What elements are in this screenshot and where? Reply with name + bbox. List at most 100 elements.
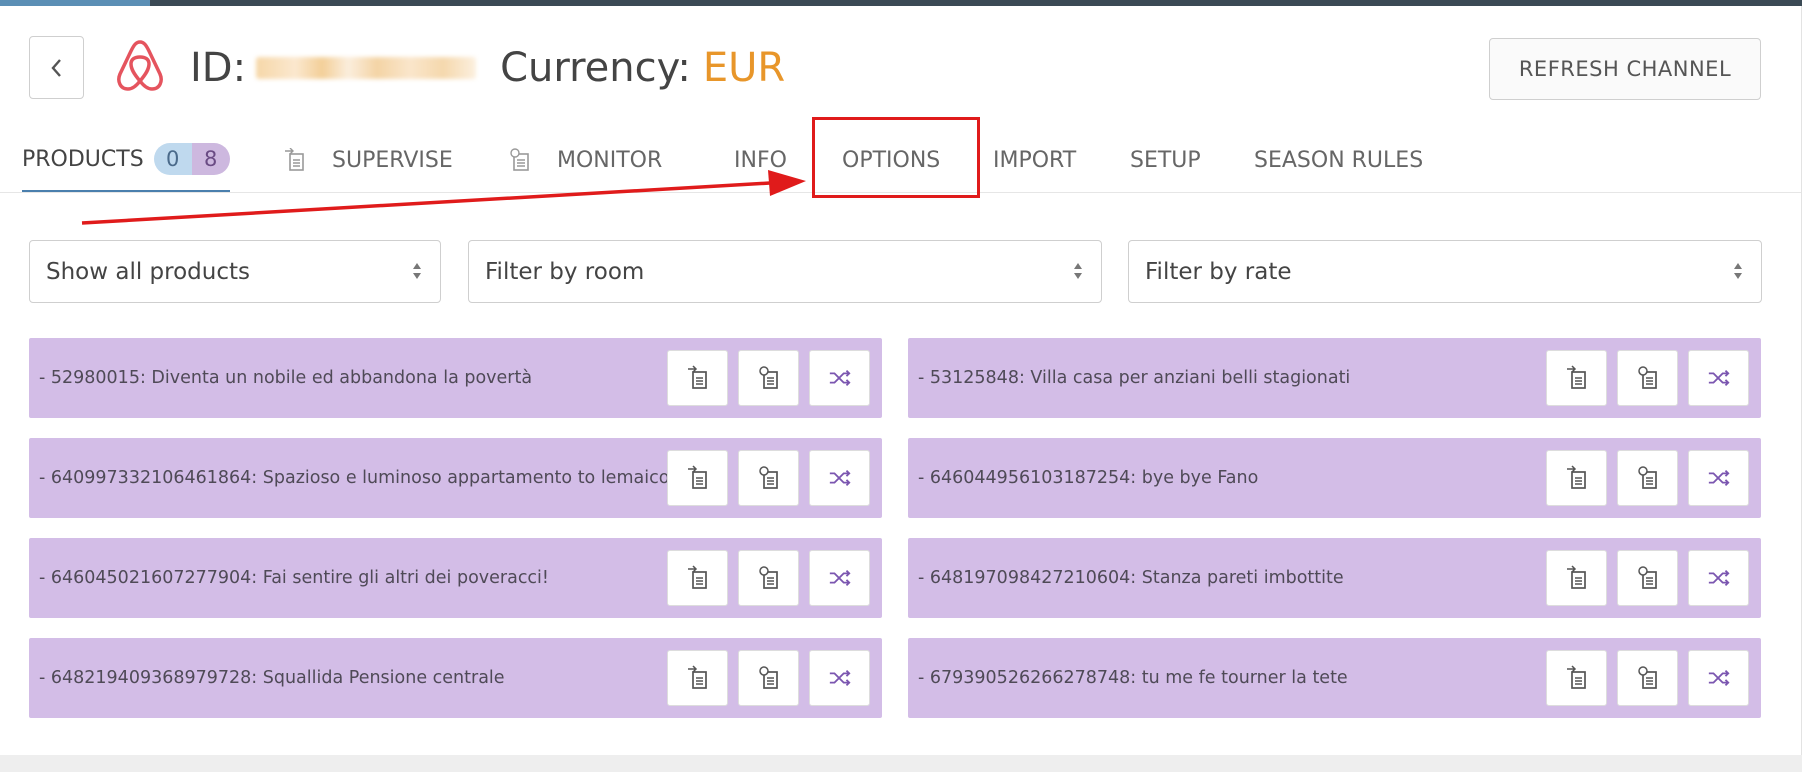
chevron-left-icon (50, 58, 61, 77)
tab-import-label: IMPORT (993, 147, 1077, 173)
supervise-icon (687, 665, 707, 689)
sort-arrows-icon (1074, 263, 1082, 279)
supervise-product-button[interactable] (1546, 450, 1607, 506)
monitor-icon (758, 566, 778, 589)
product-card: - 679390526266278748: tu me fe tourner l… (908, 638, 1761, 718)
bottom-strip (0, 755, 1802, 772)
product-actions (667, 550, 870, 606)
tab-season-rules-label: SEASON RULES (1254, 147, 1424, 173)
id-label: ID: (190, 45, 247, 91)
product-card: - 640997332106461864: Spazioso e luminos… (29, 438, 882, 518)
product-actions (667, 350, 870, 406)
shuffle-icon (829, 569, 851, 587)
product-card: - 53125848: Villa casa per anziani belli… (908, 338, 1761, 418)
supervise-icon (1566, 465, 1586, 489)
monitor-icon (758, 666, 778, 689)
channel-panel: ID: Currency: EUR REFRESH CHANNEL PRODUC… (0, 6, 1802, 758)
tab-supervise[interactable]: SUPERVISE (284, 128, 453, 192)
room-filter-select[interactable]: Filter by room (468, 240, 1102, 303)
supervise-product-button[interactable] (1546, 550, 1607, 606)
monitor-product-button[interactable] (1617, 450, 1678, 506)
shuffle-icon (1708, 669, 1730, 687)
count-active: 8 (191, 143, 230, 175)
product-label: - 640997332106461864: Spazioso e luminos… (39, 467, 670, 488)
refresh-channel-button[interactable]: REFRESH CHANNEL (1489, 38, 1761, 100)
airbnb-logo-icon (117, 40, 163, 91)
channel-title: ID: Currency: EUR (190, 40, 785, 96)
products-filter-value: Show all products (46, 258, 251, 285)
mapping-product-button[interactable] (1688, 550, 1749, 606)
product-actions (1546, 550, 1749, 606)
tab-products[interactable]: PRODUCTS 0 8 (22, 128, 230, 192)
supervise-icon (285, 148, 304, 171)
tab-products-label: PRODUCTS (22, 146, 144, 172)
currency-value: EUR (702, 45, 786, 91)
supervise-product-button[interactable] (667, 350, 728, 406)
supervise-product-button[interactable] (667, 550, 728, 606)
currency-label: Currency: (500, 45, 691, 91)
mapping-product-button[interactable] (809, 650, 870, 706)
monitor-icon (1637, 466, 1657, 489)
product-actions (1546, 350, 1749, 406)
product-actions (667, 450, 870, 506)
monitor-product-button[interactable] (1617, 650, 1678, 706)
monitor-icon (758, 466, 778, 489)
monitor-icon (1637, 666, 1657, 689)
options-highlight-annotation (812, 117, 980, 198)
count-inactive: 0 (153, 143, 192, 175)
room-filter-value: Filter by room (485, 258, 645, 285)
supervise-product-button[interactable] (667, 650, 728, 706)
mapping-product-button[interactable] (1688, 450, 1749, 506)
monitor-product-button[interactable] (1617, 350, 1678, 406)
mapping-product-button[interactable] (1688, 350, 1749, 406)
shuffle-icon (829, 669, 851, 687)
product-actions (1546, 450, 1749, 506)
mapping-product-button[interactable] (809, 350, 870, 406)
supervise-icon (687, 565, 707, 589)
shuffle-icon (1708, 369, 1730, 387)
back-button[interactable] (29, 36, 84, 99)
mapping-product-button[interactable] (809, 450, 870, 506)
rate-filter-select[interactable]: Filter by rate (1128, 240, 1762, 303)
product-card: - 646044956103187254: bye bye Fano (908, 438, 1761, 518)
tab-monitor[interactable]: MONITOR (509, 128, 662, 192)
tab-monitor-label: MONITOR (557, 147, 663, 173)
redacted-id-value (256, 57, 477, 79)
supervise-product-button[interactable] (667, 450, 728, 506)
product-label: - 53125848: Villa casa per anziani belli… (918, 367, 1351, 388)
tab-setup[interactable]: SETUP (1130, 128, 1201, 192)
products-count-badge: 0 8 (153, 143, 230, 175)
mapping-product-button[interactable] (809, 550, 870, 606)
tab-supervise-label: SUPERVISE (332, 147, 453, 173)
sort-arrows-icon (413, 263, 421, 279)
monitor-icon (510, 148, 529, 171)
product-card: - 52980015: Diventa un nobile ed abbando… (29, 338, 882, 418)
supervise-product-button[interactable] (1546, 650, 1607, 706)
supervise-icon (1566, 665, 1586, 689)
product-label: - 646045021607277904: Fai sentire gli al… (39, 567, 549, 588)
product-card: - 648197098427210604: Stanza pareti imbo… (908, 538, 1761, 618)
monitor-icon (1637, 566, 1657, 589)
product-label: - 648197098427210604: Stanza pareti imbo… (918, 567, 1344, 588)
tab-import[interactable]: IMPORT (993, 128, 1076, 192)
products-filter-select[interactable]: Show all products (29, 240, 441, 303)
monitor-product-button[interactable] (738, 450, 799, 506)
supervise-product-button[interactable] (1546, 350, 1607, 406)
tab-season-rules[interactable]: SEASON RULES (1254, 128, 1423, 192)
mapping-product-button[interactable] (1688, 650, 1749, 706)
shuffle-icon (1708, 469, 1730, 487)
monitor-product-button[interactable] (1617, 550, 1678, 606)
tab-setup-label: SETUP (1130, 147, 1201, 173)
product-label: - 648219409368979728: Squallida Pensione… (39, 667, 505, 688)
monitor-product-button[interactable] (738, 350, 799, 406)
monitor-product-button[interactable] (738, 550, 799, 606)
supervise-icon (687, 465, 707, 489)
product-label: - 679390526266278748: tu me fe tourner l… (918, 667, 1348, 688)
supervise-icon (1566, 365, 1586, 389)
monitor-product-button[interactable] (738, 650, 799, 706)
shuffle-icon (829, 469, 851, 487)
monitor-icon (758, 366, 778, 389)
tab-info[interactable]: INFO (734, 128, 787, 192)
product-actions (667, 650, 870, 706)
product-card: - 648219409368979728: Squallida Pensione… (29, 638, 882, 718)
